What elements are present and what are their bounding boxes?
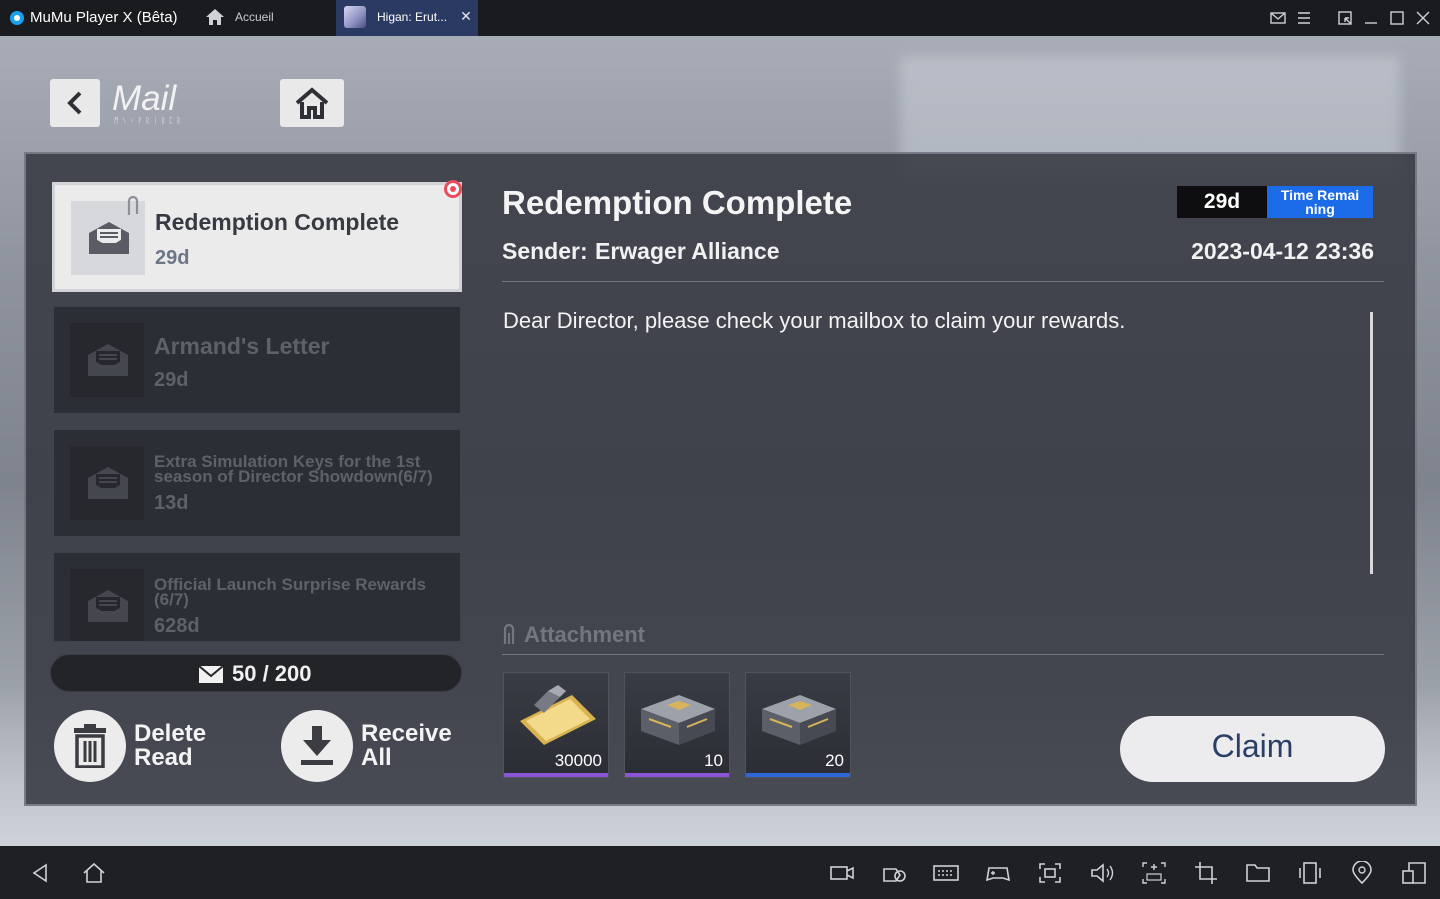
mail-days-remaining: 29d	[155, 247, 190, 269]
mail-icon-box	[70, 569, 144, 641]
attachment-item-crate[interactable]: 10	[624, 672, 730, 778]
tab-game-label: Higan: Erut...	[377, 10, 448, 24]
folder-icon[interactable]	[1245, 861, 1271, 885]
maximize-icon[interactable]	[1388, 9, 1406, 27]
receive-all-button[interactable]	[281, 710, 353, 782]
home-button[interactable]	[280, 79, 344, 127]
controller-icon[interactable]	[985, 861, 1011, 885]
attachment-label: Attachment	[524, 622, 646, 647]
mail-icon-box	[70, 323, 144, 397]
mail-icon[interactable]	[1269, 9, 1287, 27]
mail-count-indicator: 50 / 200	[50, 654, 462, 692]
mail-subject: Official Launch Surprise Rewards (6/7)	[154, 575, 427, 609]
trash-icon	[74, 724, 106, 768]
page-title: Mail	[112, 79, 177, 118]
time-remaining-label: Time Remai ning	[1267, 186, 1373, 218]
mail-date: 2023-04-12 23:36	[1191, 238, 1374, 264]
back-icon[interactable]	[28, 861, 54, 885]
attachment-clip-icon	[503, 624, 515, 644]
camera-icon[interactable]	[829, 861, 855, 885]
minimize-icon[interactable]	[1362, 9, 1380, 27]
apk-install-icon[interactable]	[1141, 861, 1167, 885]
location-icon[interactable]	[1349, 861, 1375, 885]
sender-label: Sender:	[502, 238, 588, 264]
time-remaining-days: 29d	[1203, 190, 1241, 213]
screenshot-icon[interactable]	[1037, 861, 1063, 885]
supply-crate-icon	[641, 695, 715, 745]
claim-button[interactable]: Claim	[1120, 716, 1385, 782]
envelope-icon	[89, 222, 129, 254]
mail-body-scrollbar[interactable]	[1370, 312, 1373, 574]
rarity-bar	[746, 773, 850, 777]
keyboard-icon[interactable]	[933, 861, 959, 885]
mail-body-text: Dear Director, please check your mailbox…	[503, 308, 1126, 333]
app-title: MuMu Player X (Bêta)	[30, 9, 178, 26]
emulator-titlebar: MuMu Player X (Bêta) Accueil Higan: Erut…	[0, 0, 1440, 36]
chevron-left-icon	[67, 91, 82, 115]
download-icon	[301, 726, 333, 765]
attachment-quantity: 20	[825, 751, 844, 770]
envelope-icon	[88, 590, 128, 622]
mail-item-redemption-complete[interactable]: Redemption Complete 29d	[52, 182, 462, 292]
tab-home[interactable]: Accueil	[200, 0, 336, 36]
tab-home-label: Accueil	[235, 10, 274, 24]
menu-icon[interactable]	[1295, 9, 1313, 27]
volume-icon[interactable]	[1089, 861, 1115, 885]
mail-icon-box	[70, 446, 144, 520]
envelope-icon	[88, 344, 128, 376]
attachment-item-crate[interactable]: 20	[745, 672, 851, 778]
delete-read-label[interactable]: Delete Read	[134, 722, 254, 770]
tab-close-icon[interactable]: ✕	[458, 8, 474, 25]
rarity-bar	[504, 773, 608, 777]
mail-days-remaining: 628d	[154, 615, 200, 637]
mail-detail-title: Redemption Complete	[502, 184, 853, 221]
back-button[interactable]	[50, 79, 100, 127]
shrink-icon[interactable]	[1336, 9, 1354, 27]
multi-window-icon[interactable]	[1401, 861, 1427, 885]
mail-subject: Armand's Letter	[154, 333, 330, 359]
claim-label: Claim	[1211, 728, 1294, 764]
sender-name: Erwager Alliance	[595, 238, 780, 264]
mumu-logo-icon	[10, 11, 24, 25]
mail-days-remaining: 29d	[154, 369, 189, 391]
divider	[502, 654, 1384, 655]
attachment-quantity: 30000	[554, 751, 602, 770]
envelope-icon	[198, 665, 224, 683]
mail-panel: Redemption Complete 29d Armand's Letter …	[24, 152, 1417, 806]
delete-read-button[interactable]	[54, 710, 126, 782]
attachment-item-ticket[interactable]: 30000	[503, 672, 609, 778]
rotate-icon[interactable]	[1297, 861, 1323, 885]
mail-item-armands-letter[interactable]: Armand's Letter 29d	[52, 305, 462, 415]
time-remaining-badge: 29d Time Remai ning	[1177, 186, 1373, 218]
tab-game[interactable]: Higan: Erut... ✕	[336, 0, 478, 36]
game-thumbnail-icon	[344, 6, 366, 28]
divider	[502, 281, 1384, 282]
mail-item-official-launch-rewards[interactable]: Official Launch Surprise Rewards (6/7) 6…	[52, 551, 462, 643]
envelope-icon	[88, 467, 128, 499]
game-screen: Mail ᛗᛊᚲᚹᚱᛁᛒᛈᚱ Redemption Complete 29d A…	[0, 36, 1440, 846]
crop-icon[interactable]	[1193, 861, 1219, 885]
page-subtitle-glyphs: ᛗᛊᚲᚹᚱᛁᛒᛈᚱ	[114, 116, 185, 125]
home-icon	[206, 9, 224, 25]
close-window-icon[interactable]	[1414, 9, 1432, 27]
attachment-clip-icon	[127, 195, 139, 215]
unread-badge-icon	[444, 180, 462, 198]
mail-count-text: 50 / 200	[232, 661, 312, 686]
ticket-icon	[520, 685, 596, 745]
receive-all-label[interactable]: Receive All	[361, 722, 481, 770]
home-icon[interactable]	[81, 861, 107, 885]
mail-subject: Redemption Complete	[155, 209, 400, 235]
mail-item-extra-simulation-keys[interactable]: Extra Simulation Keys for the 1st season…	[52, 428, 462, 538]
emulator-toolbar	[0, 846, 1440, 899]
home-icon	[295, 87, 329, 119]
supply-crate-icon	[762, 695, 836, 745]
rarity-bar	[625, 773, 729, 777]
mail-days-remaining: 13d	[154, 492, 189, 514]
attachment-quantity: 10	[704, 751, 723, 770]
mail-subject: Extra Simulation Keys for the 1st season…	[154, 452, 433, 486]
gamepad-record-icon[interactable]	[881, 861, 907, 885]
